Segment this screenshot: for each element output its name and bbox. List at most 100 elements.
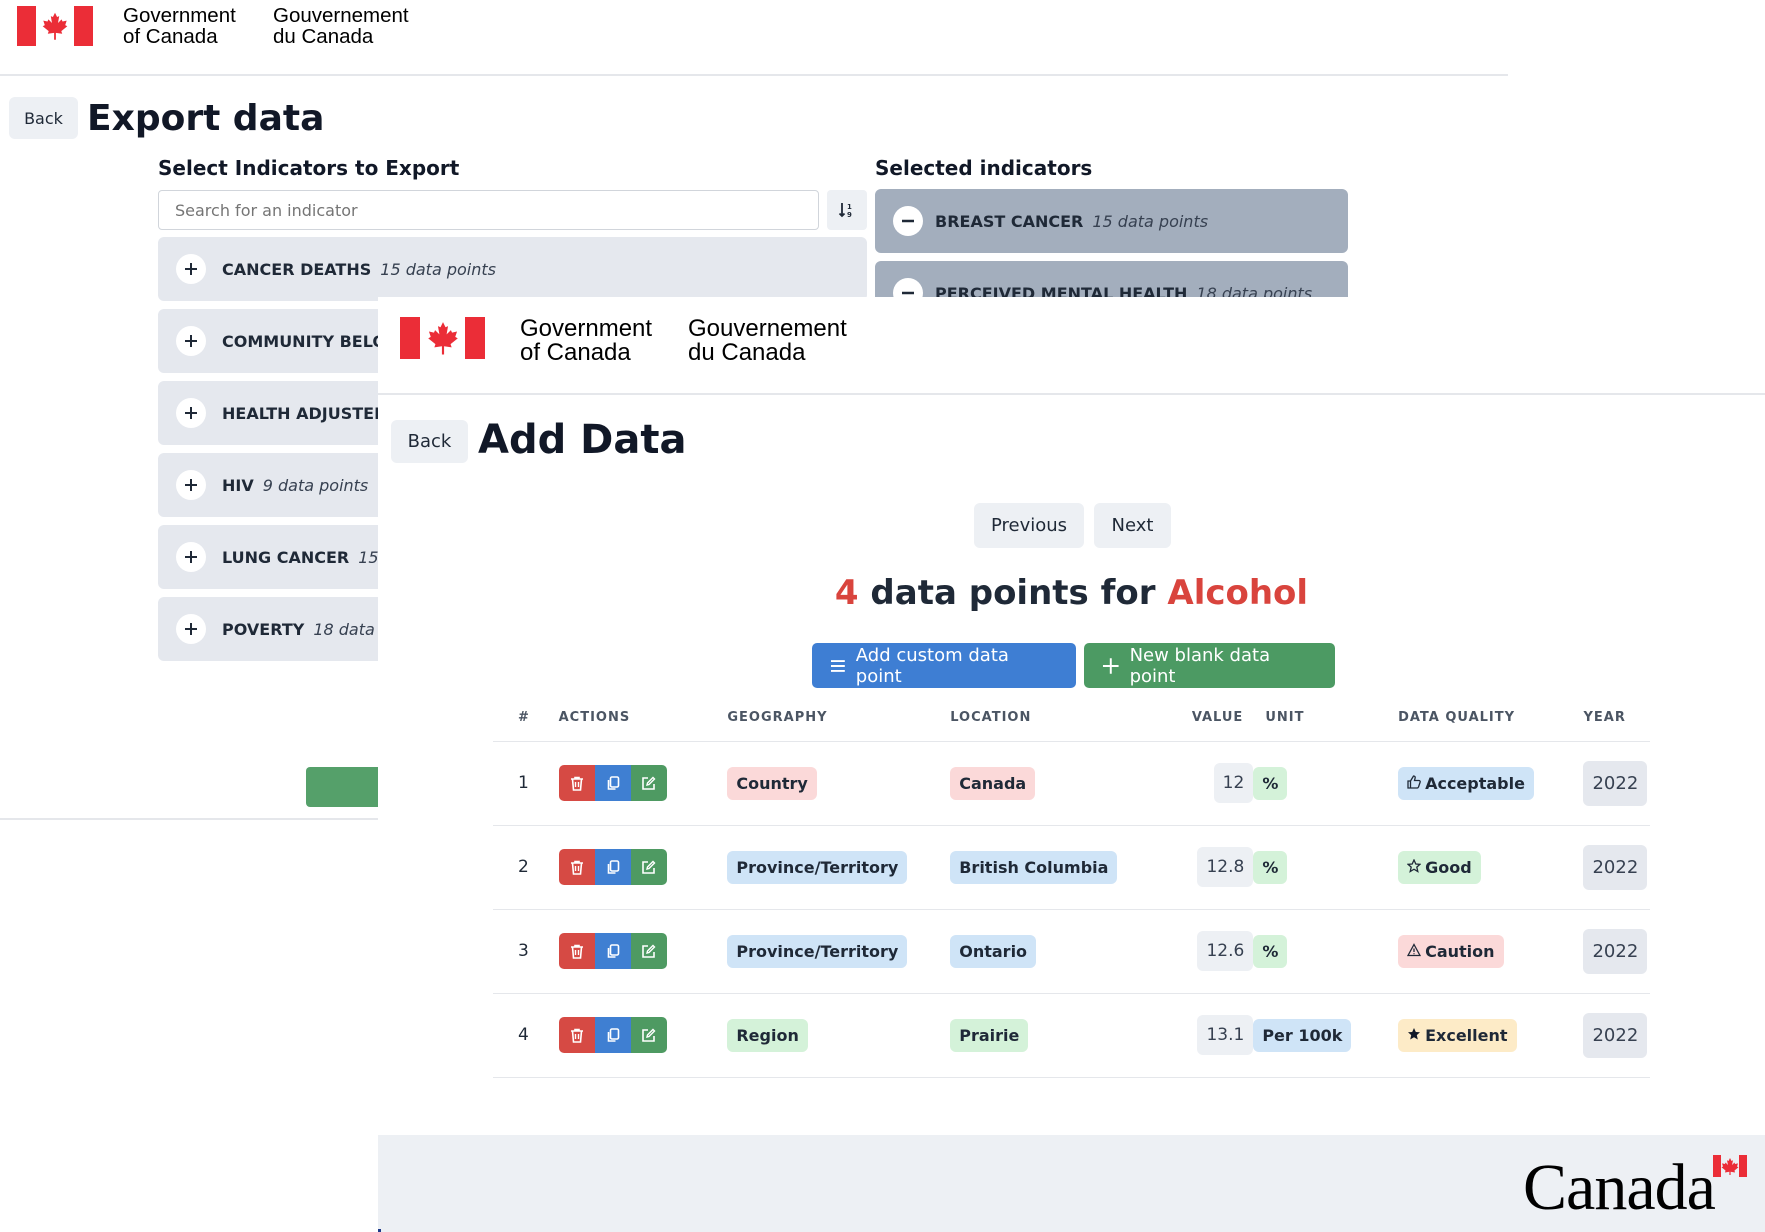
plus-icon[interactable]: [176, 398, 206, 428]
next-button[interactable]: Next: [1094, 503, 1171, 548]
edit-icon: [642, 776, 656, 790]
value-cell: 13.1: [1197, 1015, 1254, 1055]
row-number: 2: [493, 825, 559, 910]
indicator-count: 9 data points: [262, 475, 369, 495]
quality-badge: Good: [1398, 850, 1481, 884]
table-row: 1 Country Canada 12 % Acceptable 2022: [493, 741, 1650, 826]
duplicate-button[interactable]: [594, 933, 631, 969]
value-cell: 12.8: [1197, 847, 1254, 887]
location-badge: Prairie: [950, 1018, 1029, 1052]
value-cell: 12.6: [1197, 931, 1254, 971]
row-actions: [558, 909, 728, 994]
col-header-value: VALUE: [1154, 695, 1254, 742]
trash-icon: [570, 1028, 583, 1043]
delete-button[interactable]: [558, 933, 595, 969]
quality-badge: Acceptable: [1398, 766, 1534, 800]
svg-text:9: 9: [847, 211, 852, 219]
row-number: 1: [493, 741, 559, 826]
indicator-search-input[interactable]: [158, 190, 819, 230]
wordmark-flag-icon: [1713, 1155, 1747, 1177]
header-divider: [378, 393, 1765, 395]
minus-icon[interactable]: [893, 206, 923, 236]
year-cell: 2022: [1583, 928, 1648, 974]
year-cell: 2022: [1583, 760, 1648, 806]
edit-button[interactable]: [630, 849, 667, 885]
indicator-name: CANCER DEATHS: [222, 259, 372, 279]
export-button[interactable]: [306, 767, 386, 807]
col-header-actions: ACTIONS: [558, 695, 728, 742]
new-blank-data-point-button[interactable]: New blank data point: [1084, 643, 1335, 688]
delete-button[interactable]: [558, 1017, 595, 1053]
indicator-name: POVERTY: [222, 619, 305, 639]
col-header-unit: UNIT: [1253, 695, 1399, 742]
data-point-count: 4: [834, 573, 859, 613]
delete-button[interactable]: [558, 849, 595, 885]
plus-icon[interactable]: [176, 326, 206, 356]
plus-icon[interactable]: [176, 470, 206, 500]
unit-badge: Per 100k: [1253, 1018, 1352, 1052]
duplicate-button[interactable]: [594, 1017, 631, 1053]
previous-button[interactable]: Previous: [974, 503, 1084, 548]
row-actions: [558, 825, 728, 910]
selected-indicators-label: Selected indicators: [875, 156, 1093, 180]
indicator-count: 15 data points: [380, 259, 496, 279]
add-custom-data-point-button[interactable]: Add custom data point: [812, 643, 1076, 688]
unit-badge: %: [1253, 934, 1288, 968]
edit-button[interactable]: [630, 933, 667, 969]
warning-icon: [1406, 942, 1422, 961]
footer-divider: [0, 818, 380, 820]
col-header-location: LOCATION: [950, 695, 1155, 742]
geography-badge: Province/Territory: [727, 850, 908, 884]
col-header-year: YEAR: [1583, 695, 1650, 742]
select-indicators-label: Select Indicators to Export: [158, 156, 460, 180]
star-filled-icon: [1407, 1026, 1421, 1045]
canada-flag-icon: [400, 317, 485, 359]
selected-indicator-item[interactable]: BREAST CANCER 15 data points: [875, 189, 1348, 253]
trash-icon: [570, 776, 583, 791]
copy-icon: [607, 943, 619, 958]
edit-icon: [642, 1028, 656, 1042]
goc-signature: Government of Canada Gouvernement du Can…: [17, 5, 409, 47]
edit-button[interactable]: [630, 765, 667, 801]
delete-button[interactable]: [558, 765, 595, 801]
plus-icon[interactable]: [176, 614, 206, 644]
table-row: 3 Province/Territory Ontario 12.6 % Caut…: [493, 909, 1650, 994]
canada-flag-icon: [17, 6, 93, 46]
plus-icon[interactable]: [176, 254, 206, 284]
back-button[interactable]: Back: [9, 97, 78, 139]
back-button[interactable]: Back: [391, 420, 468, 463]
header-divider: [0, 74, 1508, 76]
goc-english: Government of Canada: [520, 315, 653, 367]
thumbs-up-icon: [1407, 774, 1421, 793]
unit-badge: %: [1253, 766, 1288, 800]
indicator-name: Alcohol: [1167, 573, 1309, 613]
sort-icon: 19: [838, 203, 852, 219]
location-badge: Canada: [950, 766, 1036, 800]
geography-badge: Region: [727, 1018, 808, 1052]
year-cell: 2022: [1583, 844, 1648, 890]
plus-icon[interactable]: [176, 542, 206, 572]
row-number: 3: [493, 909, 559, 994]
unit-badge: %: [1253, 850, 1288, 884]
row-actions: [558, 741, 728, 826]
goc-french: Gouvernement du Canada: [688, 315, 847, 367]
data-points-heading: 4 data points for Alcohol: [378, 573, 1765, 613]
col-header-quality: DATA QUALITY: [1398, 695, 1584, 742]
geography-badge: Country: [727, 766, 817, 800]
row-number: 4: [493, 993, 559, 1078]
indicator-item[interactable]: CANCER DEATHS 15 data points: [158, 237, 867, 301]
edit-icon: [642, 860, 656, 874]
indicator-name: BREAST CANCER: [935, 211, 1084, 231]
indicator-name: LUNG CANCER: [222, 547, 350, 567]
duplicate-button[interactable]: [594, 849, 631, 885]
location-badge: British Columbia: [950, 850, 1118, 884]
star-outline-icon: [1406, 857, 1422, 877]
copy-icon: [607, 775, 619, 790]
sort-button[interactable]: 19: [827, 190, 867, 230]
edit-button[interactable]: [630, 1017, 667, 1053]
table-row: 4 Region Prairie 13.1 Per 100k Excellent…: [493, 993, 1650, 1078]
value-cell: 12: [1213, 763, 1254, 803]
duplicate-button[interactable]: [594, 765, 631, 801]
svg-text:1: 1: [847, 203, 852, 211]
quality-badge: Excellent: [1398, 1018, 1517, 1052]
